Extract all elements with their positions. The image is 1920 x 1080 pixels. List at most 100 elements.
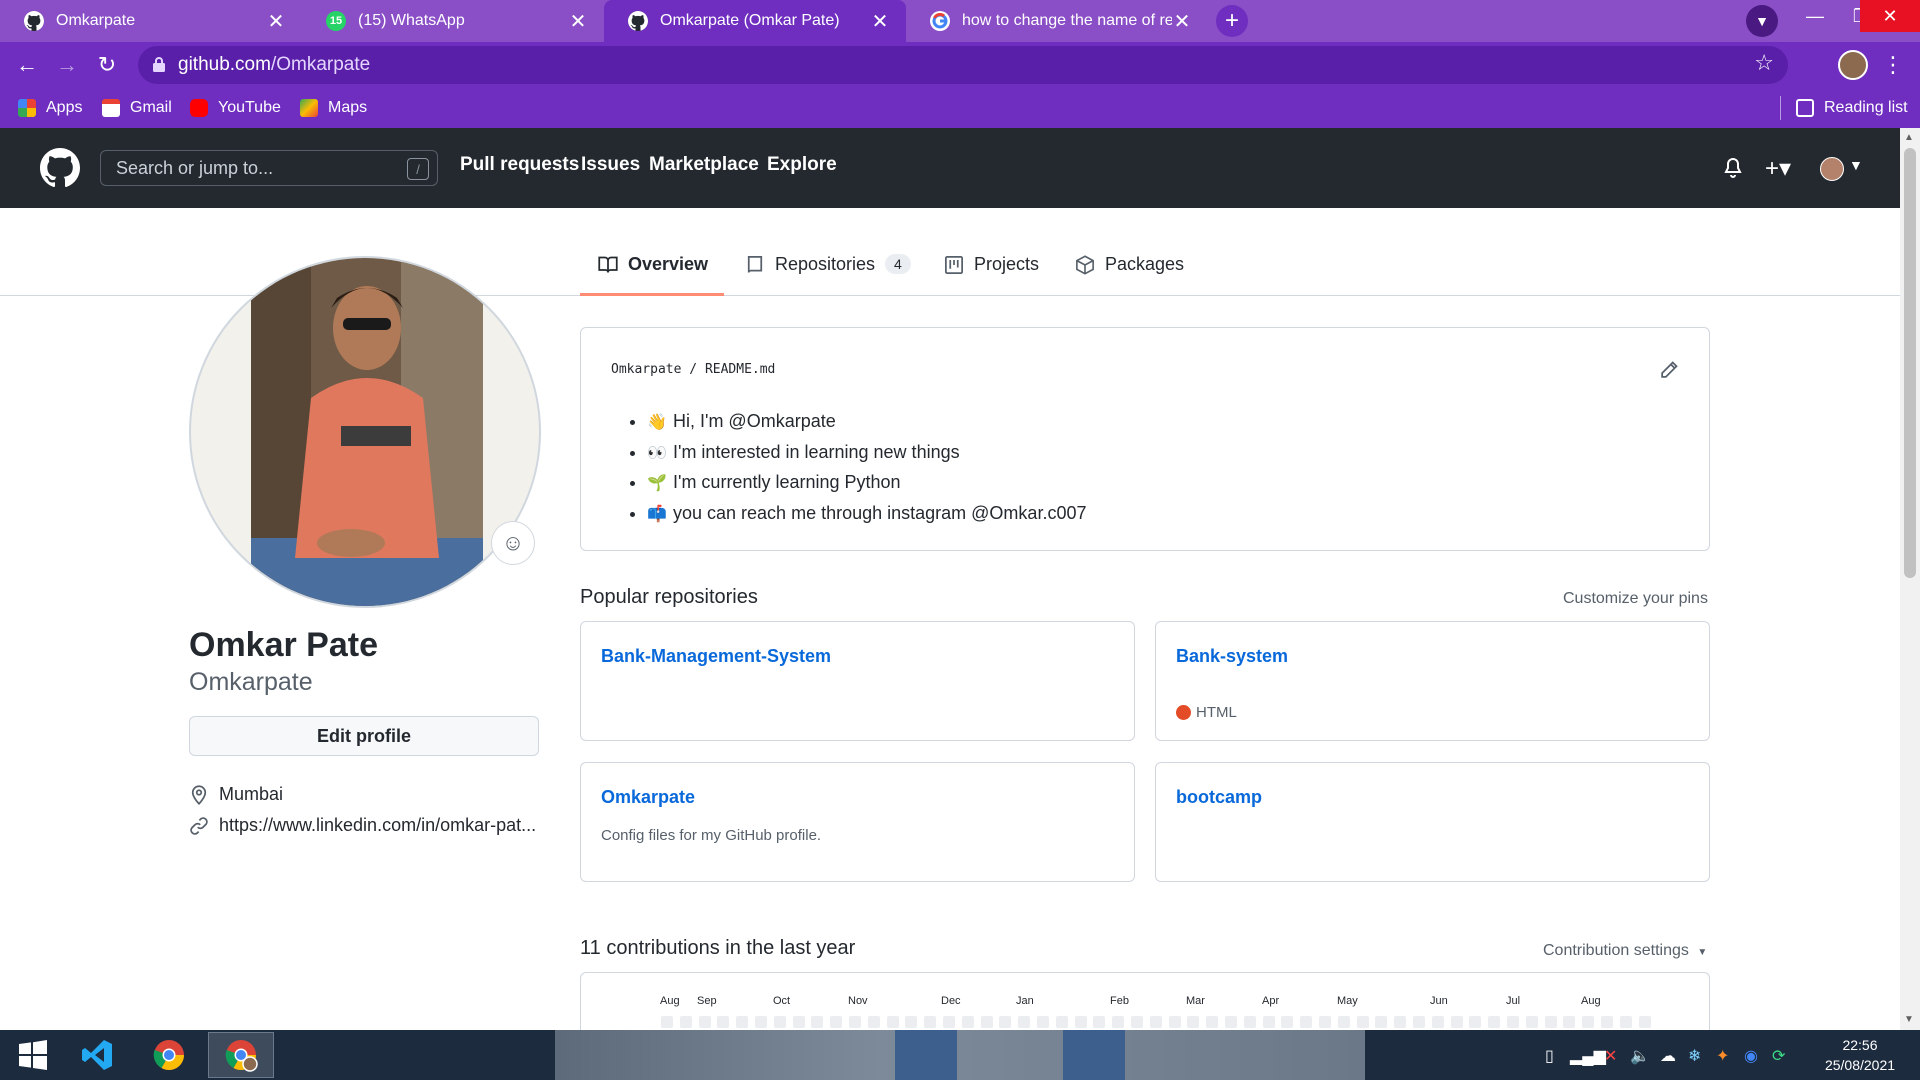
- contribution-day-cell[interactable]: [1319, 1016, 1331, 1028]
- contribution-day-cell[interactable]: [1375, 1016, 1388, 1028]
- contribution-day-cell[interactable]: [1055, 1016, 1068, 1028]
- contribution-day-cell[interactable]: [1131, 1016, 1143, 1028]
- contribution-day-cell[interactable]: [1112, 1016, 1125, 1028]
- contribution-day-cell[interactable]: [698, 1016, 711, 1028]
- network-off-icon[interactable]: ✕: [1604, 1046, 1617, 1066]
- contribution-day-cell[interactable]: [1037, 1016, 1049, 1028]
- taskbar-chrome-active[interactable]: [208, 1032, 274, 1078]
- system-clock[interactable]: 22:56 25/08/2021: [1810, 1035, 1910, 1075]
- contribution-day-cell[interactable]: [1563, 1016, 1576, 1028]
- caret-down-icon[interactable]: ▼: [1849, 157, 1863, 173]
- contribution-day-cell[interactable]: [999, 1016, 1012, 1028]
- nav-explore[interactable]: Explore: [767, 154, 837, 176]
- readme-owner-link[interactable]: Omkarpate: [611, 362, 681, 377]
- contribution-day-cell[interactable]: [792, 1016, 805, 1028]
- contribution-day-cell[interactable]: [679, 1016, 692, 1028]
- contribution-day-cell[interactable]: [755, 1016, 767, 1028]
- contribution-day-cell[interactable]: [1149, 1016, 1162, 1028]
- contribution-day-cell[interactable]: [830, 1016, 843, 1028]
- taskbar-vscode[interactable]: [64, 1032, 130, 1078]
- close-tab-icon[interactable]: ✕: [266, 9, 286, 34]
- contribution-day-cell[interactable]: [867, 1016, 880, 1028]
- reload-button[interactable]: ↻: [90, 48, 124, 82]
- close-tab-icon[interactable]: ✕: [1172, 9, 1192, 34]
- bookmark-maps[interactable]: Maps: [300, 88, 367, 128]
- taskbar-chrome[interactable]: [136, 1032, 202, 1078]
- readme-file-link[interactable]: README.md: [705, 362, 775, 377]
- browser-tab-2[interactable]: 15 (15) WhatsApp ✕: [302, 0, 604, 42]
- bell-icon[interactable]: [1724, 158, 1742, 178]
- app-tray-icon[interactable]: ✦: [1716, 1046, 1729, 1066]
- cloud-icon[interactable]: ☁: [1660, 1046, 1676, 1066]
- github-logo-icon[interactable]: [40, 148, 80, 188]
- contribution-day-cell[interactable]: [1225, 1016, 1237, 1028]
- contribution-day-cell[interactable]: [1093, 1016, 1106, 1028]
- edit-profile-button[interactable]: Edit profile: [189, 716, 539, 756]
- contribution-day-cell[interactable]: [1206, 1016, 1219, 1028]
- contribution-day-cell[interactable]: [1281, 1016, 1294, 1028]
- bookmark-gmail[interactable]: Gmail: [102, 88, 172, 128]
- contribution-settings-dropdown[interactable]: Contribution settings ▼: [1543, 942, 1707, 960]
- star-icon[interactable]: ☆: [1754, 50, 1774, 76]
- close-tab-icon[interactable]: ✕: [870, 9, 890, 34]
- snowflake-icon[interactable]: ❄: [1688, 1046, 1701, 1066]
- scrollbar-thumb[interactable]: [1904, 148, 1916, 578]
- browser-tab-1[interactable]: Omkarpate ✕: [0, 0, 302, 42]
- contribution-day-cell[interactable]: [1582, 1016, 1595, 1028]
- user-avatar-small[interactable]: [1820, 157, 1844, 181]
- contribution-day-cell[interactable]: [661, 1016, 673, 1028]
- bookmark-apps[interactable]: Apps: [18, 88, 82, 128]
- website-link[interactable]: https://www.linkedin.com/in/omkar-pat...: [219, 815, 536, 836]
- contribution-day-cell[interactable]: [1525, 1016, 1538, 1028]
- contribution-day-cell[interactable]: [1431, 1016, 1444, 1028]
- volume-icon[interactable]: 🔈: [1630, 1046, 1650, 1066]
- tab-packages[interactable]: Packages: [1075, 254, 1184, 296]
- minimize-button[interactable]: —: [1790, 0, 1840, 32]
- windows-start-button[interactable]: [0, 1032, 66, 1078]
- sync-icon[interactable]: ⟳: [1772, 1046, 1785, 1066]
- customize-pins-link[interactable]: Customize your pins: [1563, 590, 1708, 608]
- contribution-day-cell[interactable]: [1394, 1016, 1407, 1028]
- contribution-day-cell[interactable]: [736, 1016, 749, 1028]
- tab-repositories[interactable]: Repositories 4: [745, 254, 911, 296]
- github-search-input[interactable]: Search or jump to... /: [100, 150, 438, 186]
- contribution-day-cell[interactable]: [1300, 1016, 1313, 1028]
- repo-name-link[interactable]: Bank-Management-System: [601, 646, 831, 667]
- forward-button[interactable]: →: [50, 48, 84, 82]
- back-button[interactable]: ←: [10, 48, 44, 82]
- contribution-day-cell[interactable]: [1507, 1016, 1519, 1028]
- scroll-up-arrow[interactable]: ▲: [1904, 132, 1914, 143]
- scroll-down-arrow[interactable]: ▼: [1904, 1014, 1914, 1025]
- reading-list-button[interactable]: Reading list: [1796, 88, 1908, 128]
- tab-projects[interactable]: Projects: [944, 254, 1039, 296]
- contribution-day-cell[interactable]: [886, 1016, 899, 1028]
- chrome-menu-button[interactable]: ⋮: [1876, 48, 1910, 82]
- new-tab-button[interactable]: +: [1216, 5, 1248, 37]
- create-new-icon[interactable]: +▾: [1765, 154, 1791, 183]
- contribution-day-cell[interactable]: [1544, 1016, 1557, 1028]
- contribution-day-cell[interactable]: [1413, 1016, 1425, 1028]
- pencil-icon[interactable]: [1659, 360, 1679, 380]
- contribution-day-cell[interactable]: [811, 1016, 824, 1028]
- contribution-day-cell[interactable]: [1450, 1016, 1463, 1028]
- tab-overview[interactable]: Overview: [580, 254, 724, 296]
- repo-name-link[interactable]: Bank-system: [1176, 646, 1288, 667]
- set-status-button[interactable]: ☺: [491, 521, 535, 565]
- contribution-day-cell[interactable]: [1262, 1016, 1275, 1028]
- browser-tab-3[interactable]: Omkarpate (Omkar Pate) ✕: [604, 0, 906, 42]
- browser-tab-4[interactable]: how to change the name of repo ✕: [906, 0, 1208, 42]
- chrome-profile-avatar[interactable]: [1838, 50, 1868, 80]
- address-bar[interactable]: github.com/Omkarpate ☆: [138, 46, 1788, 84]
- nav-issues[interactable]: Issues: [581, 154, 640, 176]
- tab-search-button[interactable]: ▼: [1746, 5, 1778, 37]
- contribution-day-cell[interactable]: [961, 1016, 974, 1028]
- contribution-day-cell[interactable]: [1018, 1016, 1031, 1028]
- contribution-day-cell[interactable]: [1356, 1016, 1369, 1028]
- contribution-day-cell[interactable]: [943, 1016, 955, 1028]
- page-scrollbar[interactable]: ▲ ▼: [1900, 128, 1920, 1030]
- signal-icon[interactable]: ▂▄▆: [1570, 1046, 1606, 1066]
- contribution-day-cell[interactable]: [1337, 1016, 1350, 1028]
- repo-name-link[interactable]: Omkarpate: [601, 787, 695, 808]
- contribution-day-cell[interactable]: [1619, 1016, 1632, 1028]
- chrome-tray-icon[interactable]: ◉: [1744, 1046, 1758, 1066]
